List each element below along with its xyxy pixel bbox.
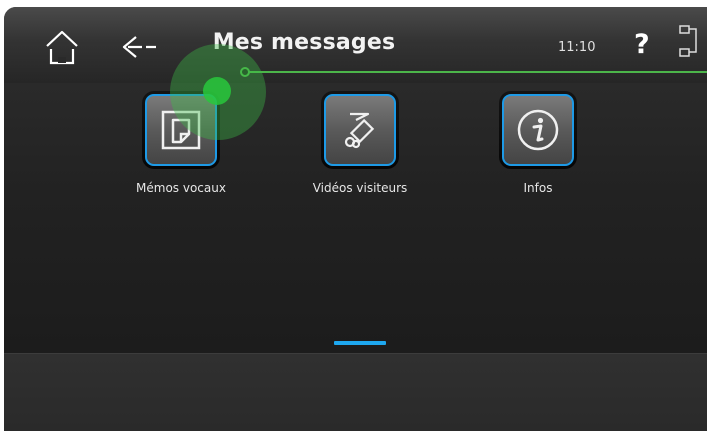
device-screen: Mes messages 11:10 ? Mémos vocaux Vidéos… (4, 7, 707, 431)
tile-button[interactable] (324, 94, 396, 166)
tile-frame (321, 91, 399, 169)
main-content: Mémos vocaux Vidéos visiteurs Infos (4, 83, 707, 353)
screens-icon (679, 25, 697, 57)
tile-button[interactable] (502, 94, 574, 166)
clock: 11:10 (558, 40, 596, 55)
help-button[interactable]: ? (634, 29, 650, 60)
connection-line (247, 71, 707, 73)
page-indicator (334, 341, 386, 345)
tile-visitor-videos[interactable]: Vidéos visiteurs (290, 91, 430, 195)
tile-label: Mémos vocaux (136, 181, 226, 195)
tile-label: Vidéos visiteurs (312, 181, 408, 195)
tile-frame (499, 91, 577, 169)
bottom-panel (4, 353, 707, 431)
tile-infos[interactable]: Infos (468, 91, 608, 195)
info-icon (517, 109, 559, 151)
touch-indicator-dot (203, 77, 231, 105)
screens-button[interactable] (678, 24, 700, 60)
top-bar: Mes messages 11:10 ? (4, 7, 707, 83)
tile-label: Infos (523, 181, 553, 195)
page-title: Mes messages (212, 30, 396, 55)
visitor-video-icon (344, 112, 375, 149)
